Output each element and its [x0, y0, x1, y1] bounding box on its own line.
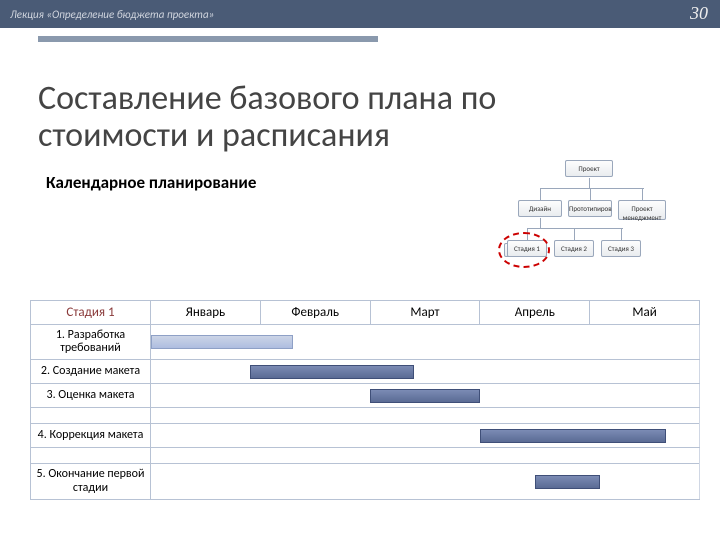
gantt-bar: [250, 365, 414, 379]
highlight-circle: [498, 232, 550, 268]
org-chart: Проект Дизайн Прототипиров Проект менедж…: [470, 160, 700, 290]
gantt-bar: [535, 475, 601, 489]
org-node-stage3: Стадия 3: [601, 240, 641, 257]
gantt-month: Апрель: [480, 301, 590, 325]
lecture-title: Лекция «Определение бюджета проекта»: [10, 8, 214, 21]
gantt-row: 5. Окончание первой стадии: [31, 464, 700, 499]
slide-subtitle: Календарное планирование: [46, 172, 256, 193]
page-number: 30: [690, 3, 708, 24]
org-node-pm: Проект менеджмент: [618, 200, 666, 220]
gantt-row: 1. Разработка требований: [31, 325, 700, 360]
gantt-spacer: [31, 448, 700, 464]
gantt-month: Февраль: [260, 301, 370, 325]
gantt-month: Январь: [151, 301, 261, 325]
gantt-bar: [370, 389, 480, 403]
gantt-task-label: 3. Оценка макета: [31, 384, 151, 408]
gantt-bar: [151, 335, 293, 349]
gantt-month: Май: [590, 301, 700, 325]
gantt-spacer: [31, 408, 700, 424]
gantt-row: 4. Коррекция макета: [31, 424, 700, 448]
gantt-task-label: 1. Разработка требований: [31, 325, 151, 360]
gantt-header-row: Стадия 1 Январь Февраль Март Апрель Май: [31, 301, 700, 325]
org-node-proto: Прототипиров: [568, 200, 612, 217]
org-node-design: Дизайн: [518, 200, 562, 217]
gantt-bar: [480, 429, 666, 443]
slide-title: Составление базового плана по стоимости …: [38, 80, 558, 155]
org-node-project: Проект: [565, 160, 613, 177]
gantt-row: 2. Создание макета: [31, 360, 700, 384]
gantt-chart: Стадия 1 Январь Февраль Март Апрель Май …: [30, 300, 700, 500]
org-node-stage2: Стадия 2: [554, 240, 594, 257]
gantt-task-label: 2. Создание макета: [31, 360, 151, 384]
slide-header: Лекция «Определение бюджета проекта» 30: [0, 0, 720, 28]
accent-line: [38, 36, 378, 42]
gantt-task-label: 4. Коррекция макета: [31, 424, 151, 448]
gantt-stage-header: Стадия 1: [31, 301, 151, 325]
gantt-task-label: 5. Окончание первой стадии: [31, 464, 151, 499]
gantt-row: 3. Оценка макета: [31, 384, 700, 408]
gantt-month: Март: [370, 301, 480, 325]
